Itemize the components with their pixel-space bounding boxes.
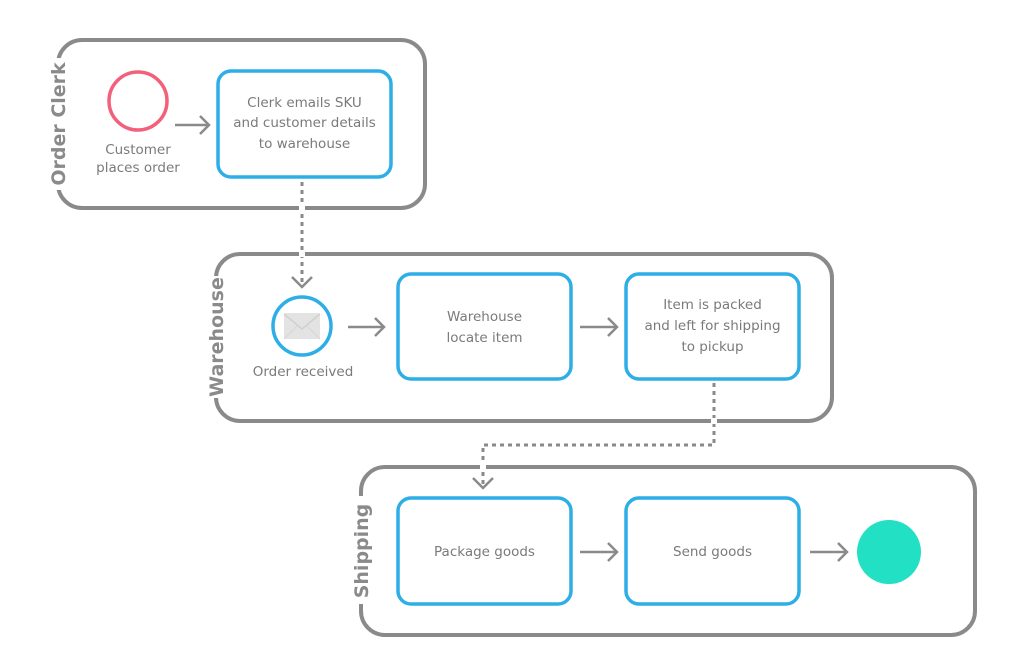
message-event-label: Order received bbox=[253, 364, 354, 380]
task-label: to pickup bbox=[681, 339, 743, 355]
task-label: to warehouse bbox=[259, 136, 350, 152]
task-label: and left for shipping bbox=[644, 318, 780, 334]
start-event-label: places order bbox=[96, 160, 180, 176]
lane-title: Warehouse bbox=[206, 277, 228, 397]
lane-title: Order Clerk bbox=[48, 62, 70, 186]
task-label: Item is packed bbox=[663, 297, 762, 313]
task-label: Send goods bbox=[673, 544, 752, 560]
task-label: Clerk emails SKU bbox=[247, 95, 362, 111]
start-event-label: Customer bbox=[105, 142, 171, 158]
task-item-packed[interactable]: Item is packed and left for shipping to … bbox=[624, 272, 801, 381]
task-send-goods[interactable]: Send goods bbox=[624, 496, 801, 606]
end-event[interactable] bbox=[857, 520, 921, 584]
task-label: and customer details bbox=[233, 115, 376, 131]
lane-title: Shipping bbox=[351, 504, 373, 599]
task-package-goods[interactable]: Package goods bbox=[396, 496, 573, 606]
task-label: Warehouse bbox=[447, 309, 522, 325]
task-label: locate item bbox=[446, 330, 522, 346]
process-diagram: Order Clerk Warehouse Shipping Customer … bbox=[47, 38, 977, 637]
task-clerk-emails-sku[interactable]: Clerk emails SKU and customer details to… bbox=[216, 69, 393, 179]
task-label: Package goods bbox=[434, 544, 535, 560]
envelope-icon bbox=[283, 313, 321, 340]
task-warehouse-locate-item[interactable]: Warehouse locate item bbox=[396, 272, 573, 381]
